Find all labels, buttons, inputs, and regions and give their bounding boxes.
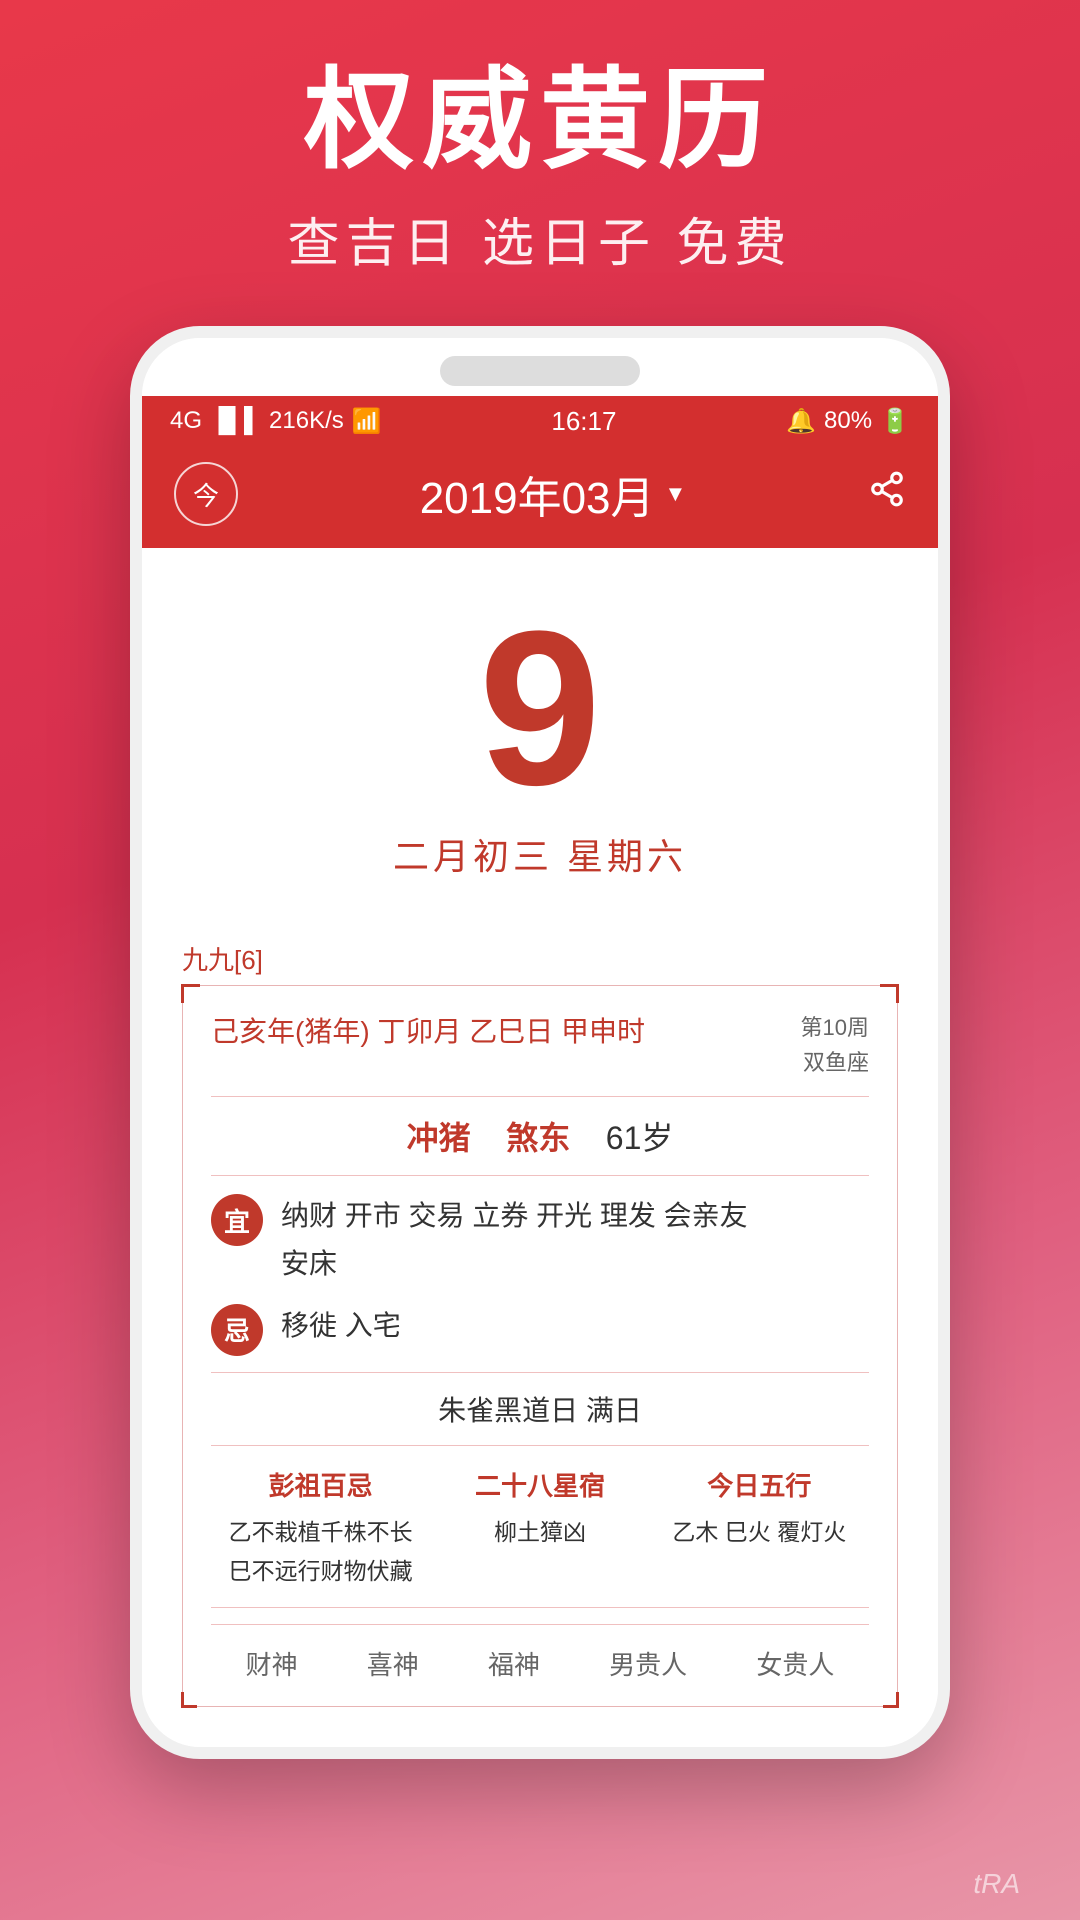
age-text: 61岁 xyxy=(606,1120,674,1156)
phone-frame: 4G ▐▌▌ 216K/s 📶 16:17 🔔 80% 🔋 今 2019年03月… xyxy=(130,326,950,1759)
jiujiu-label: 九九[6] xyxy=(182,940,898,977)
main-title: 权威黄历 xyxy=(0,60,1080,181)
big-date-area: 9 二月初三 星期六 xyxy=(182,548,898,900)
zhuri-row: 朱雀黑道日 满日 xyxy=(211,1389,869,1429)
yi-badge: 宜 xyxy=(211,1194,263,1246)
chong-row: 冲猪 煞东 61岁 xyxy=(211,1113,869,1159)
footer-nvguiren: 女贵人 xyxy=(756,1645,834,1682)
status-bar: 4G ▐▌▌ 216K/s 📶 16:17 🔔 80% 🔋 xyxy=(142,396,938,446)
sha-text: 煞东 xyxy=(506,1120,570,1156)
watermark: tRA xyxy=(973,1868,1020,1900)
wuxing-title: 今日五行 xyxy=(650,1466,869,1503)
app-header: 今 2019年03月 ▼ xyxy=(142,446,938,548)
status-time: 16:17 xyxy=(551,406,616,437)
ganzhi-text: 己亥年(猪年) 丁卯月 乙巳日 甲申时 xyxy=(211,1010,645,1050)
pengzu-line1: 乙不栽植千株不长 xyxy=(211,1513,430,1552)
corner-bl xyxy=(181,1692,197,1708)
wuxing-content: 乙木 巳火 覆灯火 xyxy=(650,1513,869,1547)
yi-row: 宜 纳财 开市 交易 立券 开光 理发 会亲友安床 xyxy=(211,1192,869,1287)
footer-caishen: 财神 xyxy=(246,1645,298,1682)
corner-br xyxy=(883,1692,899,1708)
big-date-number: 9 xyxy=(182,598,898,818)
ji-badge: 忌 xyxy=(211,1304,263,1356)
xiu-title: 二十八星宿 xyxy=(430,1466,649,1503)
sub-title: 查吉日 选日子 免费 xyxy=(0,201,1080,276)
footer-xishen: 喜神 xyxy=(367,1645,419,1682)
xiu-col: 二十八星宿 柳土獐凶 xyxy=(430,1466,649,1591)
footer-row: 财神 喜神 福神 男贵人 女贵人 xyxy=(211,1624,869,1682)
pengzu-col: 彭祖百忌 乙不栽植千株不长 巳不远行财物伏藏 xyxy=(211,1466,430,1591)
three-cols: 彭祖百忌 乙不栽植千株不长 巳不远行财物伏藏 二十八星宿 柳土獐凶 今日五行 乙… xyxy=(211,1466,869,1591)
phone-notch-area xyxy=(142,338,938,396)
divider-1 xyxy=(211,1096,869,1097)
ji-row: 忌 移徙 入宅 xyxy=(211,1302,869,1356)
ji-text: 移徙 入宅 xyxy=(281,1302,401,1350)
share-button[interactable] xyxy=(868,470,906,518)
divider-5 xyxy=(211,1607,869,1608)
phone-mockup: 4G ▐▌▌ 216K/s 📶 16:17 🔔 80% 🔋 今 2019年03月… xyxy=(0,326,1080,1759)
yi-text: 纳财 开市 交易 立券 开光 理发 会亲友安床 xyxy=(281,1192,748,1287)
month-text: 2019年03月 xyxy=(420,462,655,526)
divider-3 xyxy=(211,1372,869,1373)
ganzhi-row: 己亥年(猪年) 丁卯月 乙巳日 甲申时 第10周 双鱼座 xyxy=(211,1010,869,1080)
zodiac-text: 双鱼座 xyxy=(801,1045,869,1080)
wuxing-col: 今日五行 乙木 巳火 覆灯火 xyxy=(650,1466,869,1591)
divider-2 xyxy=(211,1175,869,1176)
notch xyxy=(440,356,640,386)
chevron-down-icon: ▼ xyxy=(665,481,687,507)
chong-text: 冲猪 xyxy=(407,1120,471,1156)
week-text: 第10周 xyxy=(801,1010,869,1045)
info-card: 己亥年(猪年) 丁卯月 乙巳日 甲申时 第10周 双鱼座 冲猪 煞东 xyxy=(182,985,898,1707)
footer-fushen: 福神 xyxy=(488,1645,540,1682)
battery-text: 80% xyxy=(824,407,872,435)
signal-bars: ▐▌▌ xyxy=(210,407,261,435)
week-zodiac: 第10周 双鱼座 xyxy=(801,1010,869,1080)
today-label: 今 xyxy=(193,476,219,513)
status-left: 4G ▐▌▌ 216K/s 📶 xyxy=(170,407,382,436)
xiu-content: 柳土獐凶 xyxy=(430,1513,649,1547)
lunar-date-text: 二月初三 星期六 xyxy=(182,828,898,880)
divider-4 xyxy=(211,1445,869,1446)
today-button[interactable]: 今 xyxy=(174,462,238,526)
status-right: 🔔 80% 🔋 xyxy=(786,407,910,436)
alarm-icon: 🔔 xyxy=(786,407,816,436)
calendar-content: 9 二月初三 星期六 九九[6] 己亥年(猪年) 丁卯月 乙巳日 甲申时 第10… xyxy=(142,548,938,1747)
signal-icon: 4G xyxy=(170,407,202,435)
month-selector[interactable]: 2019年03月 ▼ xyxy=(420,462,687,526)
wifi-icon: 📶 xyxy=(352,407,382,436)
pengzu-title: 彭祖百忌 xyxy=(211,1466,430,1503)
battery-icon: 🔋 xyxy=(880,407,910,436)
info-section: 九九[6] 己亥年(猪年) 丁卯月 乙巳日 甲申时 第10周 双鱼座 xyxy=(182,940,898,1707)
speed-text: 216K/s xyxy=(269,407,344,435)
pengzu-line2: 巳不远行财物伏藏 xyxy=(211,1552,430,1591)
footer-nanguiren: 男贵人 xyxy=(609,1645,687,1682)
